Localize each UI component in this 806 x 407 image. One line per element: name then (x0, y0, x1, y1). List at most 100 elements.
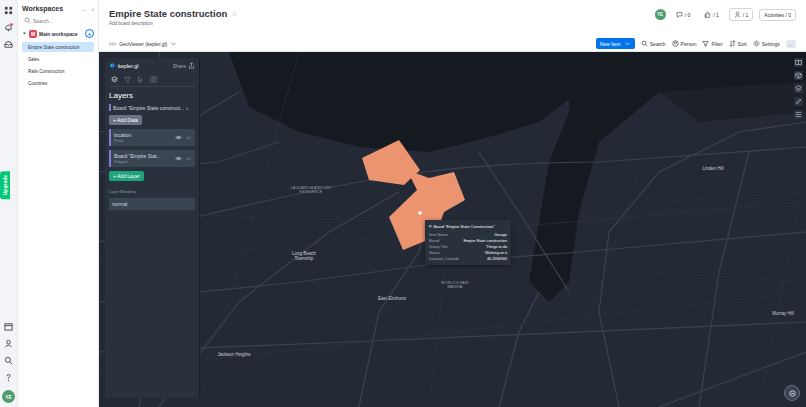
person-icon[interactable] (4, 339, 13, 348)
map-label: LAGUARDIA AIRPORT RESIDENCE (289, 186, 333, 195)
add-layer-button[interactable]: + Add Layer (109, 171, 144, 181)
collapse-button[interactable]: ‹ (92, 6, 94, 12)
map-label: Linden Hill (693, 166, 733, 171)
chevron-down-icon (624, 40, 631, 47)
bell-icon[interactable] (4, 23, 13, 32)
dataset-color (109, 104, 111, 111)
stat-button[interactable]: / 1 (729, 8, 754, 21)
kepler-logo-icon (109, 62, 116, 69)
sidebar-search[interactable]: Search... (22, 16, 94, 25)
chevron-down-icon (170, 40, 177, 47)
help-button[interactable] (784, 385, 800, 401)
layers-icon (111, 76, 118, 83)
sidebar-title: Workspaces (22, 5, 63, 12)
map-label: East Elmhurst (377, 296, 407, 301)
split-icon (795, 59, 802, 66)
star-button[interactable]: ☆ (231, 10, 237, 18)
3d-button[interactable] (794, 71, 803, 80)
calendar-icon[interactable] (4, 322, 13, 331)
search-icon (24, 17, 31, 24)
cursor-icon (137, 76, 144, 83)
filter-icon (702, 40, 709, 47)
tooltip-row: Location_Latitude40.2584944 (429, 257, 507, 261)
share-button[interactable]: Share (173, 62, 195, 69)
pencil-icon (795, 98, 802, 105)
kepler-tab[interactable] (150, 76, 157, 83)
kepler-tab[interactable] (137, 76, 144, 83)
board-header: Empire State construction ☆ Add board desc… (99, 0, 806, 52)
more-button[interactable]: ... (82, 6, 87, 12)
workspace-icon: M (29, 30, 37, 38)
search-icon[interactable] (4, 356, 13, 365)
toolbar-button[interactable]: Filter (702, 40, 722, 47)
workspace-sidebar: Workspaces... ‹ Search... MMain workspace+ E… (18, 0, 99, 407)
blending-select[interactable]: normal (109, 198, 195, 210)
board-item[interactable]: Empire State construction (22, 42, 94, 52)
sort-icon (729, 40, 736, 47)
workspace-selector[interactable]: MMain workspace+ (22, 29, 94, 38)
apps-icon[interactable] (4, 6, 13, 15)
more-button[interactable]: ... (786, 40, 796, 48)
kepler-panel: kepler.gl Share Layers Board "Empire State … (105, 58, 200, 398)
toolbar-button[interactable]: Settings (753, 40, 780, 47)
members-icon (734, 11, 741, 18)
map[interactable]: LAGUARDIA AIRPORT RESIDENCE Long Beach To… (99, 52, 806, 407)
map-label: WORLD'S FAIR MARINA (433, 281, 477, 290)
stat-button[interactable]: / 0 (672, 9, 695, 20)
board-avatar[interactable]: YE (655, 9, 666, 20)
filter-icon (124, 76, 131, 83)
legend-icon (795, 111, 802, 118)
tooltip-row: Item NameGarage (429, 233, 507, 237)
updates-icon (676, 11, 683, 18)
map-icon (150, 76, 157, 83)
board-list: Empire State construction Sales Rails Cons… (22, 42, 94, 88)
map-controls (794, 58, 803, 119)
add-button[interactable]: + (85, 29, 94, 38)
tooltip-row: StatusWorking on it (429, 251, 507, 255)
toolbar-button[interactable]: Sort (729, 40, 747, 47)
cursor-point (418, 211, 422, 215)
upgrade-button[interactable]: Upgrade (0, 171, 10, 199)
board-item[interactable]: Sales (22, 54, 94, 64)
chevron-down-icon[interactable] (185, 134, 192, 141)
chevron-down-icon[interactable] (185, 155, 192, 162)
left-rail: Upgrade YE (0, 0, 18, 407)
view-selector[interactable]: </>GeoViewer (kepler.gl) (109, 40, 177, 47)
eye-icon[interactable] (175, 155, 182, 162)
kepler-tab[interactable] (111, 76, 118, 83)
tooltip-row: BoardEmpire State construction (429, 239, 507, 243)
layers-button[interactable] (794, 84, 803, 93)
help-icon[interactable] (4, 373, 13, 382)
search-icon (641, 40, 648, 47)
add-data-button[interactable]: + Add Data (109, 115, 142, 125)
board-item[interactable]: Countries (22, 78, 94, 88)
split-map-button[interactable] (794, 58, 803, 67)
inbox-icon[interactable] (4, 40, 13, 49)
board-item[interactable]: Rails Construction (22, 66, 94, 76)
user-avatar[interactable]: YE (2, 390, 15, 403)
board-description[interactable]: Add board description (109, 21, 238, 26)
board-title[interactable]: Empire State construction (109, 8, 227, 19)
stat-button[interactable]: / 1 (700, 9, 723, 20)
share-icon (188, 62, 195, 69)
layer-card[interactable]: locationPoint (109, 129, 195, 146)
draw-button[interactable] (794, 97, 803, 106)
map-label: Murray Hill (767, 311, 799, 316)
caret-icon (22, 31, 27, 36)
toolbar-button[interactable]: Person (672, 40, 697, 47)
eye-icon[interactable] (175, 134, 182, 141)
blending-label: Layer Blending (109, 189, 195, 194)
layer-card[interactable]: Board "Empire Stat...Polygon (109, 150, 195, 167)
dataset-item[interactable]: Board "Empire State construct...› (109, 104, 195, 111)
legend-button[interactable] (794, 110, 803, 119)
activities-button[interactable]: Activities / 0 (759, 9, 796, 21)
kepler-tab[interactable] (124, 76, 131, 83)
toolbar-button[interactable]: Search (641, 40, 666, 47)
map-label: Long Beach Township (285, 251, 323, 262)
board: Empire State construction ☆ Add board desc… (99, 0, 806, 407)
kepler-logo: kepler.gl (109, 62, 139, 69)
chat-icon (788, 389, 797, 398)
panel-heading: Layers (109, 91, 195, 100)
map-tooltip: P. Board "Empire State Construction"Item… (425, 220, 511, 265)
new-item-button[interactable]: New Item (596, 38, 635, 49)
